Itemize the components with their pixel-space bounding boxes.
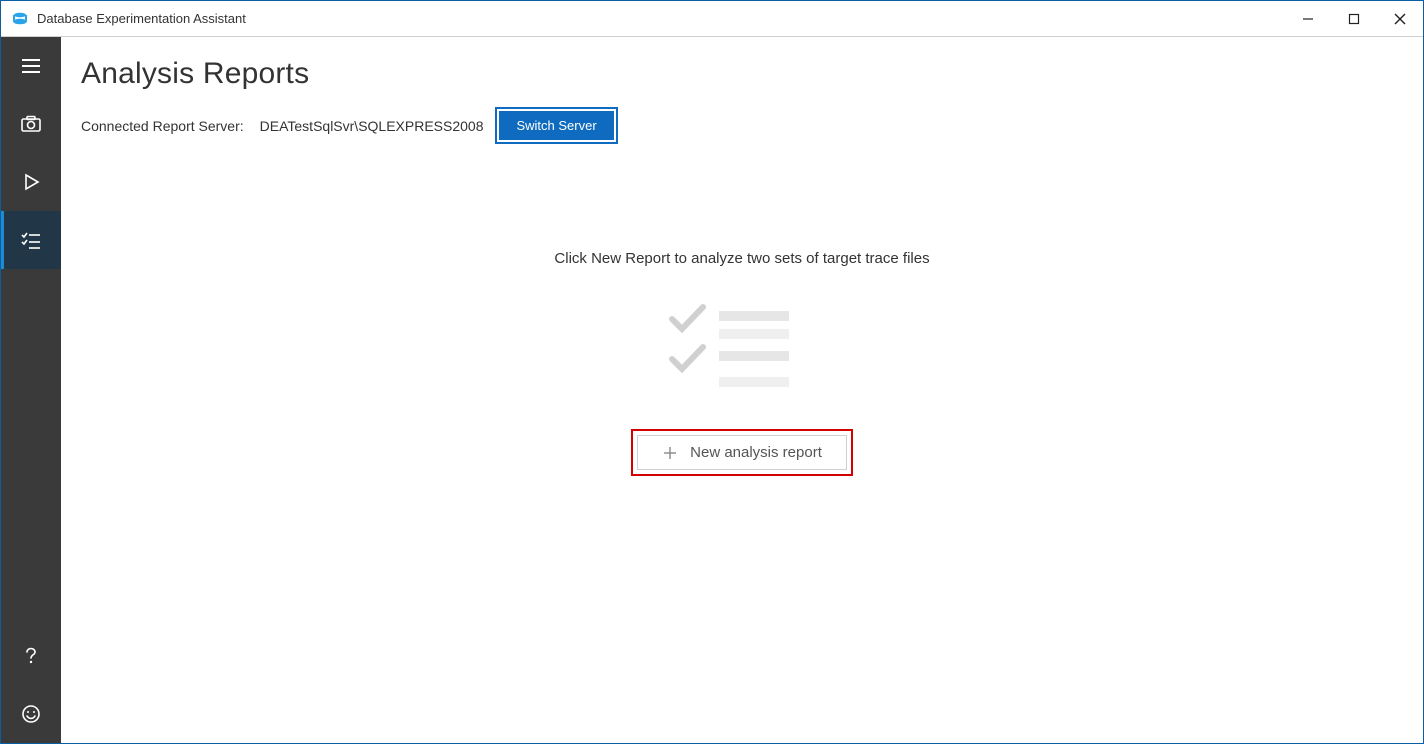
close-button[interactable] bbox=[1377, 1, 1423, 37]
sidebar-item-reports[interactable] bbox=[1, 211, 61, 269]
play-icon bbox=[21, 172, 41, 192]
checklist-icon bbox=[20, 229, 42, 251]
new-report-highlight: New analysis report bbox=[631, 429, 853, 476]
hamburger-icon bbox=[20, 55, 42, 77]
window-controls bbox=[1285, 1, 1423, 37]
camera-icon bbox=[20, 113, 42, 135]
main-content: Analysis Reports Connected Report Server… bbox=[61, 37, 1423, 743]
new-analysis-report-button[interactable]: New analysis report bbox=[637, 435, 847, 470]
server-value: DEATestSqlSvr\SQLEXPRESS2008 bbox=[260, 118, 484, 134]
empty-state: Click New Report to analyze two sets of … bbox=[81, 250, 1403, 476]
empty-hint: Click New Report to analyze two sets of … bbox=[554, 250, 929, 267]
new-report-label: New analysis report bbox=[690, 444, 822, 461]
sidebar bbox=[1, 37, 61, 743]
minimize-button[interactable] bbox=[1285, 1, 1331, 37]
plus-icon bbox=[662, 445, 678, 461]
app-icon bbox=[11, 10, 29, 28]
titlebar: Database Experimentation Assistant bbox=[1, 1, 1423, 37]
sidebar-menu-toggle[interactable] bbox=[1, 37, 61, 95]
app-title: Database Experimentation Assistant bbox=[37, 11, 246, 26]
smiley-icon bbox=[20, 703, 42, 725]
sidebar-item-replay[interactable] bbox=[1, 153, 61, 211]
sidebar-item-feedback[interactable] bbox=[1, 685, 61, 743]
maximize-button[interactable] bbox=[1331, 1, 1377, 37]
sidebar-item-capture[interactable] bbox=[1, 95, 61, 153]
switch-server-button[interactable]: Switch Server bbox=[499, 111, 613, 140]
empty-state-illustration bbox=[667, 297, 817, 397]
page-title: Analysis Reports bbox=[81, 57, 1403, 91]
server-label: Connected Report Server: bbox=[81, 118, 244, 134]
sidebar-item-help[interactable] bbox=[1, 627, 61, 685]
help-icon bbox=[21, 646, 41, 666]
server-row: Connected Report Server: DEATestSqlSvr\S… bbox=[81, 111, 1403, 140]
